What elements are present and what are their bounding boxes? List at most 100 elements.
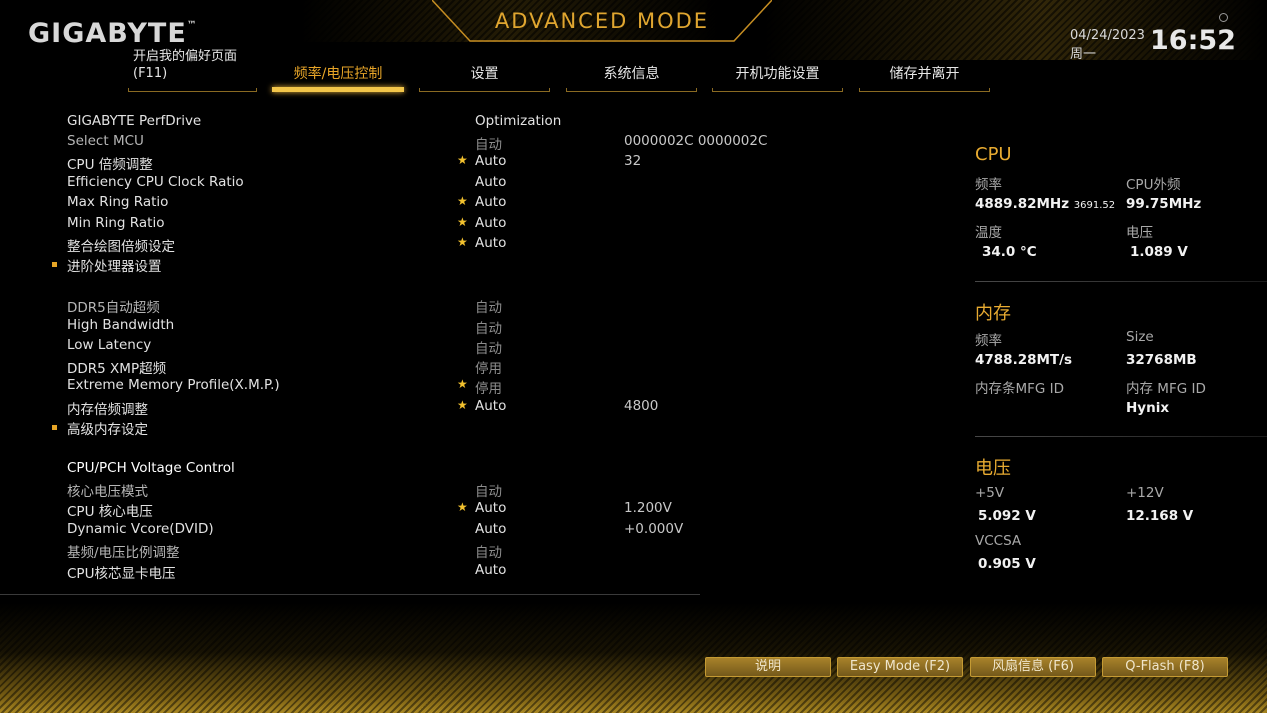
brand-trademark: ™ [186,20,198,31]
submenu-label: 高级内存设定 [67,422,148,438]
qflash-button[interactable]: Q-Flash (F8) [1102,657,1228,677]
setting-value[interactable]: Auto [475,215,506,231]
tab-boot[interactable]: 开机功能设置 [712,56,843,92]
tab-label: 开机功能设置 [735,66,820,82]
setting-name: Min Ring Ratio [67,215,165,231]
setting-value[interactable]: 自动 [475,541,502,561]
tab-label: 频率/电压控制 [293,66,383,82]
fan-info-button[interactable]: 风扇信息 (F6) [970,657,1096,677]
setting-value[interactable]: Auto [475,174,506,190]
setting-row-high-bandwidth[interactable]: High Bandwidth 自动 [0,317,700,337]
voltage-vccsa-label: VCCSA [975,533,1022,549]
submenu-advanced-memory[interactable]: 高级内存设定 [0,418,700,438]
setting-row-perfdrive[interactable]: GIGABYTE PerfDrive Optimization [0,113,700,133]
setting-name: CPU 核心电压 [67,504,153,520]
setting-row-ddr5-xmp[interactable]: DDR5 XMP超频 停用 [0,357,700,377]
setting-name: 核心电压模式 [67,484,148,500]
setting-value[interactable]: 停用 [475,357,502,377]
favorite-star-icon[interactable]: ★ [457,399,470,412]
setting-value[interactable]: 自动 [475,296,502,316]
setting-row-select-mcu[interactable]: Select MCU 自动 0000002C 0000002C [0,133,767,153]
setting-row-min-ring[interactable]: Min Ring Ratio ★ Auto [0,215,700,235]
setting-name: 内存倍频调整 [67,402,148,418]
tab-favorites[interactable]: 开启我的偏好页面 (F11) [128,49,257,92]
memory-size-label: Size [1126,329,1154,345]
submenu-label: 进阶处理器设置 [67,259,162,275]
memory-freq-label: 频率 [975,333,1002,349]
setting-name: Efficiency CPU Clock Ratio [67,174,244,190]
memory-dimm-mfg-label: 内存条MFG ID [975,381,1065,397]
favorite-star-icon[interactable]: ★ [457,378,470,391]
setting-value[interactable]: 自动 [475,480,502,500]
setting-row-memory-ratio[interactable]: 内存倍频调整 ★ Auto 4800 [0,398,700,418]
setting-row-igpu-ratio[interactable]: 整合绘图倍频设定 ★ Auto [0,235,700,255]
tab-favorites-line1: 开启我的偏好页面 [133,49,238,64]
setting-value[interactable]: Optimization [475,113,561,129]
memory-size-value: 32768MB [1126,352,1197,368]
setting-value[interactable]: Auto [475,398,506,414]
setting-name: GIGABYTE PerfDrive [67,113,202,129]
date-display: 04/24/2023 [1070,28,1145,43]
setting-row-cpu-ratio[interactable]: CPU 倍频调整 ★ Auto 32 [0,153,700,173]
tab-save-exit[interactable]: 储存并离开 [859,56,990,92]
cpu-temp-value: 34.0 °C [982,244,1037,260]
cpu-freq-sub: 3691.52 [1073,200,1116,211]
submenu-advanced-cpu[interactable]: 进阶处理器设置 [0,255,700,275]
favorite-star-icon[interactable]: ★ [457,195,470,208]
setting-value[interactable]: Auto [475,500,506,516]
cpu-temp-label: 温度 [975,225,1002,241]
setting-value[interactable]: 停用 [475,377,502,397]
memory-freq-value: 4788.28MT/s [975,352,1073,368]
setting-row-dvid[interactable]: Dynamic Vcore(DVID) Auto +0.000V [0,521,700,541]
setting-name: Extreme Memory Profile(X.M.P.) [67,377,280,393]
cpu-bclk-label: CPU外频 [1126,177,1181,193]
setting-value[interactable]: 自动 [475,317,502,337]
setting-row-vcore-mode[interactable]: 核心电压模式 自动 [0,480,700,500]
setting-name: Dynamic Vcore(DVID) [67,521,214,537]
help-button[interactable]: 说明 [705,657,831,677]
setting-value[interactable]: Auto [475,194,506,210]
weekday-display: 周一 [1070,47,1097,62]
brand-name: GIGABYTE [28,18,187,49]
tab-settings[interactable]: 设置 [419,56,550,92]
setting-row-max-ring[interactable]: Max Ring Ratio ★ Auto [0,194,700,214]
tab-underline [419,88,550,92]
easy-mode-button[interactable]: Easy Mode (F2) [837,657,963,677]
setting-row-efficiency-ratio[interactable]: Efficiency CPU Clock Ratio Auto [0,174,700,194]
favorite-star-icon[interactable]: ★ [457,216,470,229]
setting-row-xmp-profile[interactable]: Extreme Memory Profile(X.M.P.) ★ 停用 [0,377,700,397]
voltage-section-title: 电压 [975,458,1011,479]
setting-row-low-latency[interactable]: Low Latency 自动 [0,337,700,357]
tab-system-info[interactable]: 系统信息 [566,56,697,92]
setting-value[interactable]: Auto [475,235,506,251]
favorite-star-icon[interactable]: ★ [457,501,470,514]
setting-row-igpu-voltage[interactable]: CPU核芯显卡电压 Auto [0,562,700,582]
tab-label: 系统信息 [603,66,660,82]
setting-name: Select MCU [67,133,144,149]
submenu-bullet-icon [52,425,57,430]
setting-name: Max Ring Ratio [67,194,169,210]
tab-underline [859,88,990,92]
setting-row-bclk-ratio[interactable]: 基频/电压比例调整 自动 [0,541,700,561]
clock-display: 16:52 [1150,25,1236,56]
cpu-bclk-value: 99.75MHz [1126,196,1202,212]
tab-underline [128,88,257,92]
setting-name: High Bandwidth [67,317,175,333]
cpu-section-title: CPU [975,144,1012,165]
tab-favorites-label: 开启我的偏好页面 (F11) [133,48,262,82]
tab-frequency-voltage[interactable]: 频率/电压控制 [272,56,404,92]
setting-value[interactable]: 自动 [475,337,502,357]
cpu-volt-label: 电压 [1126,225,1153,241]
setting-value[interactable]: Auto [475,562,506,578]
setting-value[interactable]: 自动 [475,133,502,153]
submenu-bullet-icon [52,262,57,267]
voltage-5v-label: +5V [975,485,1005,501]
setting-value[interactable]: Auto [475,153,506,169]
favorite-star-icon[interactable]: ★ [457,236,470,249]
tab-label: 储存并离开 [889,66,960,82]
mode-title: ADVANCED MODE [494,9,710,33]
favorite-star-icon[interactable]: ★ [457,154,470,167]
setting-row-cpu-vcore[interactable]: CPU 核心电压 ★ Auto 1.200V [0,500,700,520]
setting-row-ddr5-auto-oc[interactable]: DDR5自动超频 自动 [0,296,700,316]
setting-value[interactable]: Auto [475,521,506,537]
